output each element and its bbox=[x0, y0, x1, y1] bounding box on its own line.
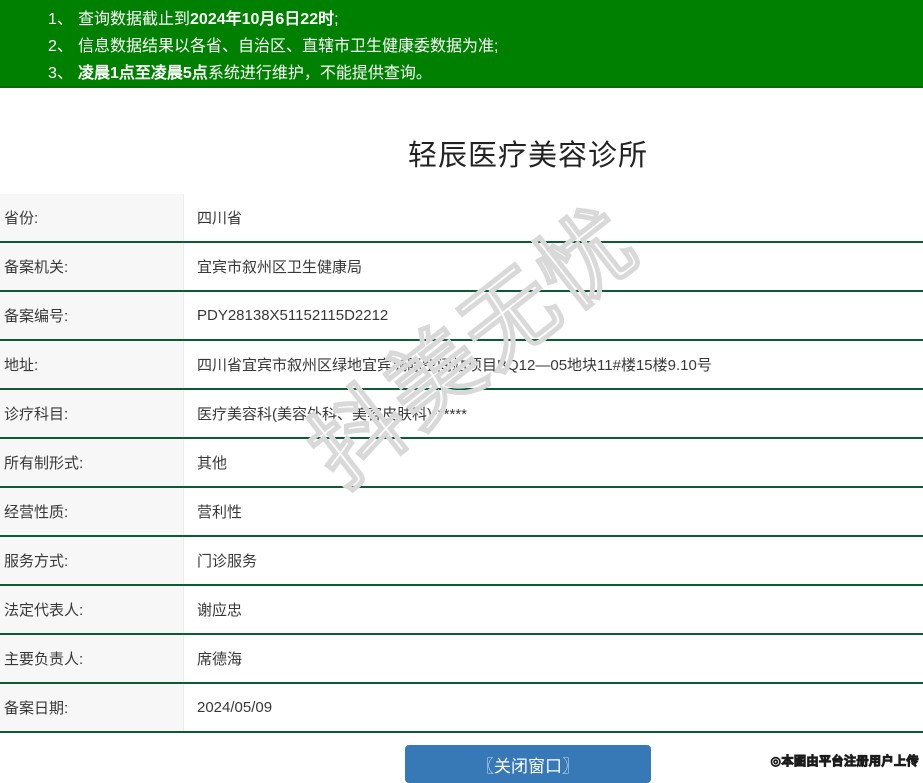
table-row-main-person: 主要负责人: 席德海 bbox=[0, 635, 923, 684]
page-title: 轻辰医疗美容诊所 bbox=[407, 140, 648, 172]
row-value: 宜宾市叙州区卫生健康局 bbox=[184, 243, 923, 290]
table-row-record-number: 备案编号: PDY28138X51152115D2212 bbox=[0, 292, 923, 341]
row-value: 2024/05/09 bbox=[184, 684, 923, 731]
table-row-medical-subjects: 诊疗科目: 医疗美容科(美容外科、美容皮肤科)****** bbox=[0, 390, 923, 439]
table-row-ownership: 所有制形式: 其他 bbox=[0, 439, 923, 488]
record-table: 省份: 四川省 备案机关: 宜宾市叙州区卫生健康局 备案编号: PDY28138… bbox=[0, 194, 923, 733]
notice-line-text: 信息数据结果以各省、自治区、直辖市卫生健康委数据为准; bbox=[78, 38, 499, 55]
row-label: 经营性质: bbox=[0, 488, 184, 535]
table-row-province: 省份: 四川省 bbox=[0, 194, 923, 243]
row-label: 服务方式: bbox=[0, 537, 184, 584]
notice-line-number: 3、 bbox=[48, 65, 73, 82]
table-row-legal-representative: 法定代表人: 谢应忠 bbox=[0, 586, 923, 635]
notice-line-number: 2、 bbox=[48, 38, 73, 55]
row-value: 席德海 bbox=[184, 635, 923, 682]
table-row-authority: 备案机关: 宜宾市叙州区卫生健康局 bbox=[0, 243, 923, 292]
upload-caption: ◎本图由平台注册用户上传 bbox=[770, 754, 919, 769]
row-label: 地址: bbox=[0, 341, 184, 388]
notice-line-suffix: ; bbox=[334, 11, 339, 28]
table-row-business-nature: 经营性质: 营利性 bbox=[0, 488, 923, 537]
row-value: 营利性 bbox=[184, 488, 923, 535]
row-value: 其他 bbox=[184, 439, 923, 486]
row-value: 四川省宜宾市叙州区绿地宜宾城际空间站项目BQ12—05地块11#楼15楼9.10… bbox=[184, 341, 923, 388]
row-label: 备案机关: bbox=[0, 243, 184, 290]
notice-line-3: 3、 凌晨1点至凌晨5点系统进行维护，不能提供查询。 bbox=[0, 60, 923, 87]
row-value: PDY28138X51152115D2212 bbox=[184, 292, 923, 339]
table-row-service-mode: 服务方式: 门诊服务 bbox=[0, 537, 923, 586]
notice-line-suffix: 系统进行维护，不能提供查询。 bbox=[207, 65, 432, 82]
close-window-button[interactable]: 〖关闭窗口〗 bbox=[405, 745, 651, 783]
notice-line-number: 1、 bbox=[48, 11, 73, 28]
row-label: 所有制形式: bbox=[0, 439, 184, 486]
row-label: 备案日期: bbox=[0, 684, 184, 731]
row-label: 法定代表人: bbox=[0, 586, 184, 633]
row-value: 四川省 bbox=[184, 194, 923, 241]
notice-line-text: 查询数据截止到 bbox=[78, 11, 191, 28]
title-area: 轻辰医疗美容诊所 bbox=[0, 132, 923, 174]
notice-line-2: 2、 信息数据结果以各省、自治区、直辖市卫生健康委数据为准; bbox=[0, 33, 923, 60]
notice-line-1: 1、 查询数据截止到2024年10月6日22时; bbox=[0, 6, 923, 33]
notice-banner: 1、 查询数据截止到2024年10月6日22时; 2、 信息数据结果以各省、自治区、… bbox=[0, 0, 923, 88]
table-row-address: 地址: 四川省宜宾市叙州区绿地宜宾城际空间站项目BQ12—05地块11#楼15楼… bbox=[0, 341, 923, 390]
row-value: 谢应忠 bbox=[184, 586, 923, 633]
table-row-record-date: 备案日期: 2024/05/09 bbox=[0, 684, 923, 733]
row-label: 诊疗科目: bbox=[0, 390, 184, 437]
row-label: 省份: bbox=[0, 194, 184, 241]
notice-line-bold: 凌晨1点至凌晨5点 bbox=[78, 65, 208, 82]
row-value: 门诊服务 bbox=[184, 537, 923, 584]
notice-line-bold: 2024年10月6日22时 bbox=[190, 11, 335, 28]
row-label: 主要负责人: bbox=[0, 635, 184, 682]
row-label: 备案编号: bbox=[0, 292, 184, 339]
row-value: 医疗美容科(美容外科、美容皮肤科)****** bbox=[184, 390, 923, 437]
